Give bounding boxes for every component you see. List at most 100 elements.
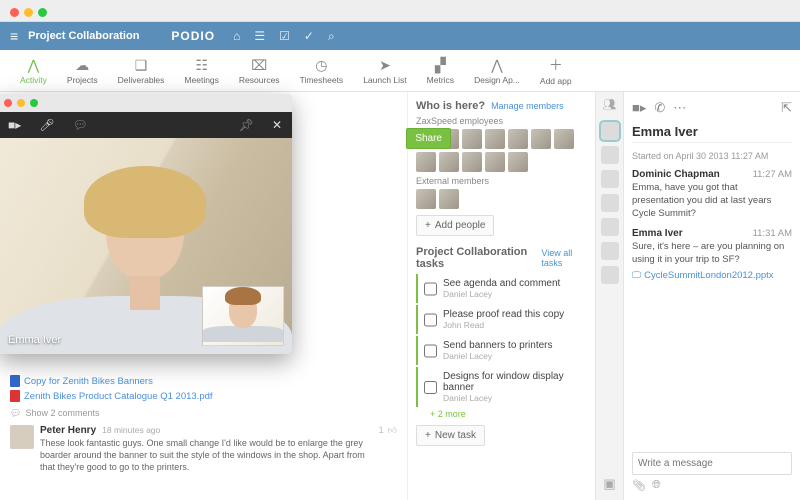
avatar[interactable] (485, 129, 505, 149)
calendar-icon[interactable]: ☑ (279, 29, 290, 44)
app-timesheets[interactable]: ◷Timesheets (292, 55, 352, 87)
task-item[interactable]: Send banners to printersDaniel Lacey (416, 336, 587, 365)
contact-avatar[interactable] (601, 218, 619, 236)
app-deliverables[interactable]: ❑Deliverables (110, 55, 173, 87)
close-icon[interactable]: ✕ (272, 118, 282, 132)
task-item[interactable]: See agenda and commentDaniel Lacey (416, 274, 587, 303)
plus-icon: + (425, 220, 431, 231)
contacts-icon[interactable]: 👥︎ (601, 98, 619, 116)
check-icon[interactable]: ✓ (304, 29, 314, 44)
meeting-icon: ☷ (195, 57, 208, 74)
avatar[interactable] (508, 152, 528, 172)
file-attachment[interactable]: Zenith Bikes Product Catalogue Q1 2013.p… (10, 390, 397, 402)
chart-icon: ▞ (435, 57, 446, 74)
video-window-controls[interactable] (0, 94, 292, 112)
like-button[interactable]: 1👍︎ (379, 425, 397, 473)
app-projects[interactable]: ☁Projects (59, 55, 106, 87)
new-task-button[interactable]: +New task (416, 425, 485, 446)
expand-icon[interactable]: ⇱ (781, 100, 792, 116)
avatar[interactable] (462, 152, 482, 172)
activity-feed: Share ■▸ 🎤︎ 💬︎ 📌︎ ✕ Emma Iver (0, 92, 407, 500)
tasks-title: Project Collaboration tasks (416, 246, 535, 270)
chat-contact-name[interactable]: Emma Iver (632, 124, 792, 143)
file-attachment[interactable]: Copy for Zenith Bikes Banners (10, 375, 397, 387)
app-meetings[interactable]: ☷Meetings (176, 55, 227, 87)
avatar[interactable] (416, 152, 436, 172)
pdf-icon (10, 390, 20, 402)
contact-avatar[interactable] (601, 146, 619, 164)
contact-avatar[interactable] (601, 194, 619, 212)
camera-icon[interactable]: ■▸ (8, 118, 21, 132)
contact-avatar[interactable] (601, 122, 619, 140)
contact-avatar[interactable] (601, 242, 619, 260)
show-comments[interactable]: 💬︎Show 2 comments (10, 408, 397, 419)
app-metrics[interactable]: ▞Metrics (419, 55, 462, 87)
globe-icon[interactable]: 🌐︎ (652, 479, 661, 492)
search-icon[interactable]: ⌕ (328, 29, 335, 44)
home-icon[interactable]: ⌂ (233, 29, 240, 44)
app-activity[interactable]: ⋀Activity (12, 55, 55, 87)
tasks-more-link[interactable]: + 2 more (416, 409, 587, 419)
avatar[interactable] (439, 152, 459, 172)
app-resources[interactable]: ⌧Resources (231, 55, 288, 87)
view-all-tasks-link[interactable]: View all tasks (541, 248, 587, 268)
manage-members-link[interactable]: Manage members (491, 101, 564, 111)
chat-input[interactable] (632, 452, 792, 475)
pin-icon[interactable]: 📌︎ (239, 118, 254, 132)
more-icon[interactable]: ⋯ (673, 100, 686, 116)
task-checkbox[interactable] (424, 341, 437, 361)
workspace-title[interactable]: Project Collaboration (28, 30, 159, 42)
app-add[interactable]: ＋Add app (532, 53, 580, 88)
inbox-icon[interactable]: ▣ (603, 476, 615, 492)
avatar[interactable] (508, 129, 528, 149)
menu-icon[interactable]: ≡ (0, 28, 28, 44)
avatar[interactable] (554, 129, 574, 149)
thumbs-up-icon: 👍︎ (388, 425, 397, 473)
plus-icon: + (425, 430, 431, 441)
app-launch[interactable]: ➤Launch List (355, 55, 414, 87)
comment-author[interactable]: Peter Henry (40, 425, 96, 436)
product-logo[interactable]: PODIO (159, 29, 227, 43)
video-call-icon[interactable]: ■▸ (632, 100, 646, 116)
msg-attachment[interactable]: 🖵CycleSummitLondon2012.pptx (632, 270, 792, 281)
video-self-view[interactable] (202, 286, 284, 346)
comment-icon: 💬︎ (10, 408, 21, 419)
box-icon: ❑ (135, 57, 148, 74)
app-design[interactable]: ⋀Design Ap... (466, 55, 528, 87)
window-controls[interactable] (10, 8, 47, 17)
avatar[interactable] (462, 129, 482, 149)
mic-icon[interactable]: 🎤︎ (39, 118, 54, 132)
caller-name: Emma Iver (8, 334, 61, 346)
who-is-here-title: Who is here? (416, 100, 485, 112)
attach-icon[interactable]: 📎︎ (632, 479, 646, 492)
comment: Peter Henry 18 minutes ago These look fan… (10, 425, 397, 473)
comment-time: 18 minutes ago (102, 425, 160, 435)
task-checkbox[interactable] (424, 372, 437, 403)
chat-icon[interactable]: 💬︎ (73, 118, 88, 132)
avatar[interactable] (10, 425, 34, 449)
task-item[interactable]: Please proof read this copyJohn Read (416, 305, 587, 334)
plus-icon: ＋ (549, 55, 563, 75)
add-people-button[interactable]: +Add people (416, 215, 494, 236)
comment-text: These look fantastic guys. One small cha… (40, 437, 373, 473)
task-checkbox[interactable] (424, 310, 437, 330)
msg-author[interactable]: Emma Iver (632, 228, 683, 239)
avatar[interactable] (531, 129, 551, 149)
avatar[interactable] (485, 152, 505, 172)
chat-message: Dominic Chapman11:27 AM Emma, have you g… (632, 169, 792, 220)
contact-avatar[interactable] (601, 266, 619, 284)
video-call-window: ■▸ 🎤︎ 💬︎ 📌︎ ✕ Emma Iver (0, 94, 292, 354)
msg-author[interactable]: Dominic Chapman (632, 169, 720, 180)
msg-time: 11:31 AM (753, 228, 792, 239)
avatar[interactable] (416, 189, 436, 209)
audio-call-icon[interactable]: ✆ (654, 100, 665, 116)
file-icon (10, 375, 20, 387)
task-checkbox[interactable] (424, 279, 437, 299)
contact-avatar[interactable] (601, 170, 619, 188)
avatar[interactable] (439, 189, 459, 209)
share-button[interactable]: Share (406, 128, 451, 149)
list-icon[interactable]: ☰ (254, 29, 265, 44)
chat-started-label: Started on April 30 2013 11:27 AM (632, 151, 792, 161)
chat-panel: ■▸ ✆ ⋯ ⇱ Emma Iver Started on April 30 2… (624, 92, 800, 500)
task-item[interactable]: Designs for window display bannerDaniel … (416, 367, 587, 407)
